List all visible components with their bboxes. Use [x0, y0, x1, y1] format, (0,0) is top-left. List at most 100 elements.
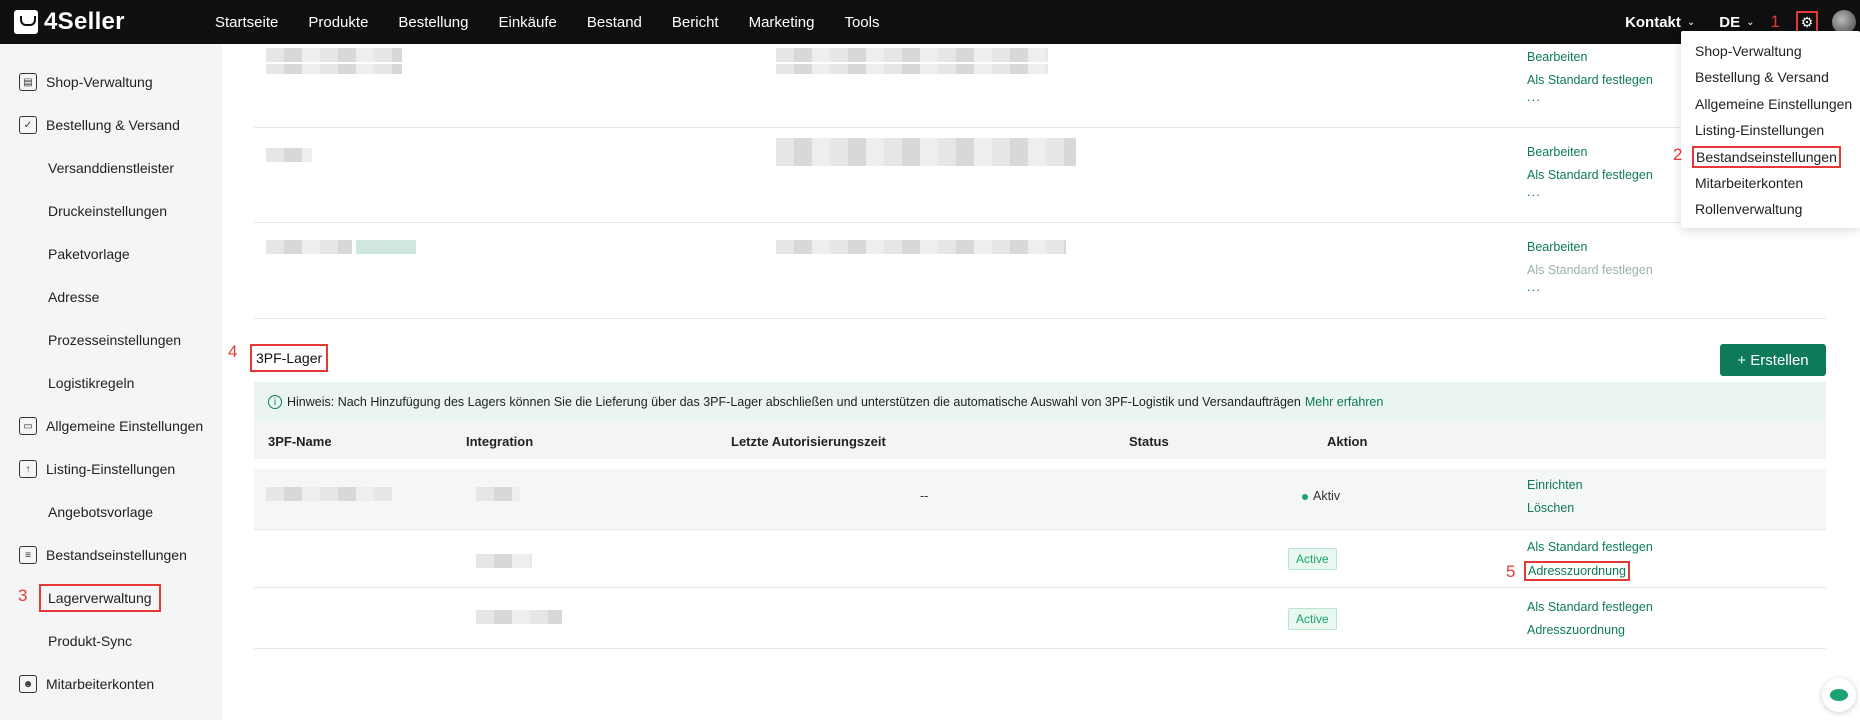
- sidebar-item-label: Adresse: [48, 289, 100, 305]
- blurred-address: [776, 48, 1048, 62]
- sidebar-item-label: Listing-Einstellungen: [46, 461, 176, 477]
- row-divider: [254, 222, 1826, 223]
- nav-einkaeufe[interactable]: Einkäufe: [483, 14, 571, 31]
- sidebar-item-label: Bestellung & Versand: [46, 117, 180, 133]
- language-dropdown[interactable]: DE ⌄: [1719, 14, 1754, 31]
- settings-gear-button[interactable]: ⚙: [1796, 11, 1818, 33]
- nav-startseite[interactable]: Startseite: [200, 14, 293, 31]
- edit-link[interactable]: Bearbeiten: [1527, 145, 1587, 159]
- logo-text: 4Seller: [44, 8, 125, 35]
- setup-link[interactable]: Einrichten: [1527, 478, 1583, 492]
- menu-item-bestandseinstellungen[interactable]: Bestandseinstellungen: [1692, 146, 1841, 168]
- sidebar-item-allgemeine-einstellungen[interactable]: ▭ Allgemeine Einstellungen: [0, 406, 222, 446]
- delete-link[interactable]: Löschen: [1527, 501, 1574, 515]
- edit-link[interactable]: Bearbeiten: [1527, 50, 1587, 64]
- sidebar-item-label: Prozesseinstellungen: [48, 332, 182, 348]
- menu-item-listing-einstellungen[interactable]: Listing-Einstellungen: [1695, 122, 1824, 138]
- menu-item-allgemeine-einstellungen[interactable]: Allgemeine Einstellungen: [1695, 96, 1852, 112]
- language-label: DE: [1719, 13, 1741, 31]
- column-header-action: Aktion: [1327, 434, 1368, 449]
- table-header: 3PF-Name Integration Letzte Autorisierun…: [254, 422, 1826, 459]
- status-badge: Active: [1288, 548, 1337, 570]
- annotation-2: 2: [1673, 145, 1683, 164]
- sidebar-item-prozesseinstellungen[interactable]: Prozesseinstellungen: [0, 320, 222, 360]
- row-divider: [254, 587, 1826, 588]
- blurred-name: [266, 240, 352, 254]
- blurred-address: [776, 138, 1076, 166]
- column-header-3pf-name: 3PF-Name: [268, 434, 332, 449]
- sidebar-item-bestellung-versand[interactable]: ✓ Bestellung & Versand: [0, 105, 222, 145]
- logo[interactable]: 4Seller: [0, 0, 200, 44]
- section-title-3pf-lager: 3PF-Lager: [250, 344, 329, 372]
- settings-sidebar: ▤ Shop-Verwaltung ✓ Bestellung & Versand…: [0, 44, 222, 720]
- more-link[interactable]: ...: [1527, 184, 1541, 199]
- sidebar-item-listing-einstellungen[interactable]: ↑ Listing-Einstellungen: [0, 449, 222, 489]
- sidebar-item-logistikregeln[interactable]: Logistikregeln: [0, 363, 222, 403]
- create-button[interactable]: + Erstellen: [1720, 344, 1826, 376]
- sidebar-item-label: Lagerverwaltung: [39, 584, 161, 612]
- menu-item-mitarbeiterkonten[interactable]: Mitarbeiterkonten: [1695, 175, 1803, 191]
- set-default-link[interactable]: Als Standard festlegen: [1527, 540, 1653, 554]
- set-default-link[interactable]: Als Standard festlegen: [1527, 168, 1653, 182]
- nav-marketing[interactable]: Marketing: [734, 14, 830, 31]
- annotation-1: 1: [1770, 12, 1780, 31]
- column-header-authorization-time: Letzte Autorisierungszeit: [731, 434, 886, 449]
- blurred-address: [776, 240, 1066, 254]
- menu-item-bestellung-versand[interactable]: Bestellung & Versand: [1695, 69, 1829, 85]
- settings-dropdown-menu: Shop-Verwaltung Bestellung & Versand All…: [1673, 31, 1860, 228]
- learn-more-link[interactable]: Mehr erfahren: [1305, 395, 1384, 409]
- main-nav: Startseite Produkte Bestellung Einkäufe …: [200, 0, 894, 44]
- nav-bericht[interactable]: Bericht: [657, 14, 734, 31]
- status-badge: Active: [1288, 608, 1337, 630]
- column-header-integration: Integration: [466, 434, 534, 449]
- sidebar-item-lagerverwaltung[interactable]: Lagerverwaltung: [0, 578, 222, 618]
- sidebar-item-label: Versanddienstleister: [48, 160, 175, 176]
- sidebar-item-label: Shop-Verwaltung: [46, 74, 153, 90]
- address-mapping-link[interactable]: Adresszuordnung: [1527, 623, 1625, 637]
- row-divider: [254, 127, 1826, 128]
- hint-banner: i Hinweis: Nach Hinzufügung des Lagers k…: [254, 382, 1826, 422]
- nav-bestand[interactable]: Bestand: [572, 14, 657, 31]
- blurred-name: [266, 48, 402, 62]
- sidebar-item-druckeinstellungen[interactable]: Druckeinstellungen: [0, 191, 222, 231]
- address-mapping-link[interactable]: Adresszuordnung: [1524, 561, 1630, 581]
- blurred-integration: [476, 554, 532, 568]
- sidebar-item-mitarbeiterkonten[interactable]: ☻ Mitarbeiterkonten: [0, 664, 222, 704]
- menu-item-shop-verwaltung[interactable]: Shop-Verwaltung: [1695, 43, 1802, 59]
- nav-bestellung[interactable]: Bestellung: [383, 14, 483, 31]
- logo-bag-icon: [14, 10, 38, 34]
- menu-item-rollenverwaltung[interactable]: Rollenverwaltung: [1695, 201, 1802, 217]
- sidebar-item-shop-verwaltung[interactable]: ▤ Shop-Verwaltung: [0, 62, 222, 102]
- nav-produkte[interactable]: Produkte: [293, 14, 383, 31]
- nav-tools[interactable]: Tools: [829, 14, 894, 31]
- row-divider: [254, 318, 1826, 319]
- set-default-link[interactable]: Als Standard festlegen: [1527, 73, 1653, 87]
- store-icon: ▤: [19, 73, 37, 91]
- blurred-integration: [476, 487, 520, 501]
- annotation-5: 5: [1506, 562, 1516, 581]
- sidebar-item-versanddienstleister[interactable]: Versanddienstleister: [0, 148, 222, 188]
- more-link[interactable]: ...: [1527, 279, 1541, 294]
- sidebar-item-angebotsvorlage[interactable]: Angebotsvorlage: [0, 492, 222, 532]
- row-divider: [254, 529, 1826, 530]
- sidebar-item-produkt-sync[interactable]: Produkt-Sync: [0, 621, 222, 661]
- sidebar-item-bestandseinstellungen[interactable]: ≡ Bestandseinstellungen: [0, 535, 222, 575]
- set-default-link[interactable]: Als Standard festlegen: [1527, 600, 1653, 614]
- sidebar-item-label: Produkt-Sync: [48, 633, 133, 649]
- sidebar-item-adresse[interactable]: Adresse: [0, 277, 222, 317]
- gear-icon: ⚙: [1800, 14, 1814, 30]
- sidebar-item-paketvorlage[interactable]: Paketvorlage: [0, 234, 222, 274]
- sidebar-item-label: Angebotsvorlage: [48, 504, 154, 520]
- edit-link[interactable]: Bearbeiten: [1527, 240, 1587, 254]
- more-link[interactable]: ...: [1527, 89, 1541, 104]
- annotation-4: 4: [228, 342, 238, 361]
- set-default-link: Als Standard festlegen: [1527, 263, 1653, 277]
- chevron-down-icon: ⌄: [1746, 16, 1755, 28]
- sidebar-item-label: Paketvorlage: [48, 246, 130, 262]
- user-badge-icon: ☻: [19, 675, 37, 693]
- chat-support-icon[interactable]: [1822, 678, 1856, 712]
- status-badge: Aktiv: [1302, 489, 1340, 503]
- contact-dropdown[interactable]: Kontakt ⌄: [1625, 14, 1695, 31]
- sidebar-item-label: Druckeinstellungen: [48, 203, 168, 219]
- info-icon: i: [268, 395, 282, 409]
